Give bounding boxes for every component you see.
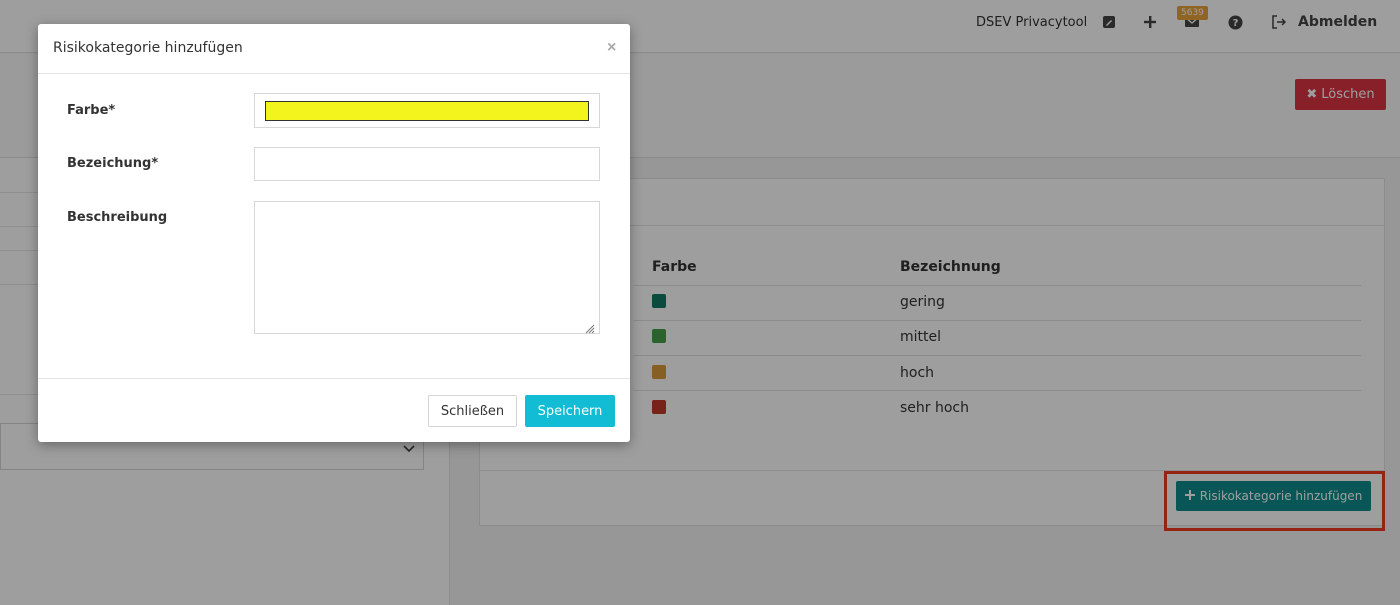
modal-close-icon[interactable]: × — [601, 38, 622, 58]
modal-header: Risikokategorie hinzufügen × — [38, 24, 630, 74]
name-label: Bezeichung* — [67, 156, 159, 171]
description-label: Beschreibung — [67, 210, 168, 225]
save-button[interactable]: Speichern — [525, 395, 615, 427]
modal-title: Risikokategorie hinzufügen — [53, 40, 243, 56]
color-input[interactable] — [254, 93, 600, 128]
color-preview — [265, 101, 589, 121]
add-risk-category-modal: Risikokategorie hinzufügen × Farbe* Beze… — [38, 24, 630, 442]
color-label: Farbe* — [67, 103, 116, 118]
resize-handle-icon[interactable] — [585, 319, 595, 338]
modal-footer-divider — [38, 378, 630, 379]
close-button[interactable]: Schließen — [428, 395, 517, 427]
name-input[interactable] — [254, 147, 600, 181]
description-textarea[interactable] — [254, 201, 600, 334]
